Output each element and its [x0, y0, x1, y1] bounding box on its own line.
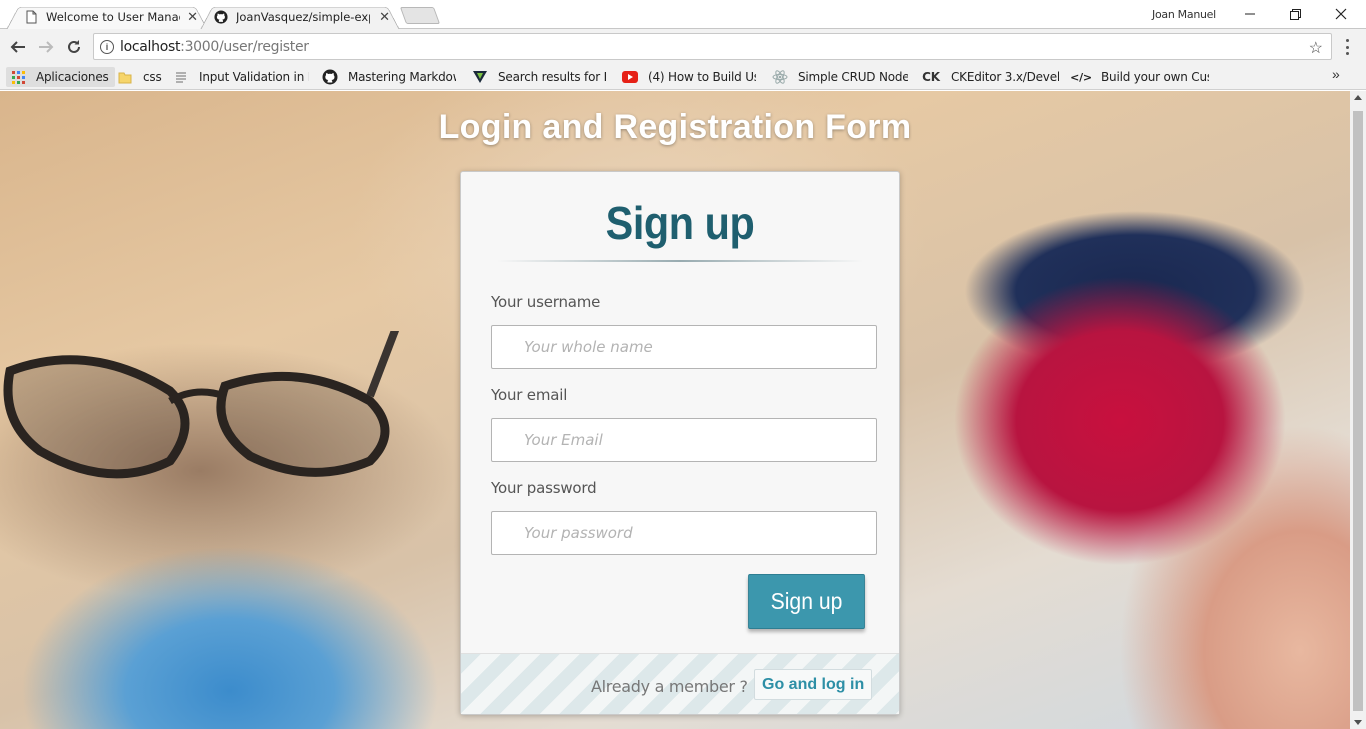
browser-toolbar: i localhost:3000/user/register ☆	[0, 29, 1366, 64]
minimize-icon	[1245, 13, 1255, 15]
code-icon: </>	[1070, 70, 1092, 84]
tab-strip: Welcome to User Manag ✕ JoanVasquez/simp…	[0, 0, 1366, 30]
title-divider	[497, 260, 863, 262]
address-bar[interactable]: i localhost:3000/user/register ☆	[93, 33, 1332, 60]
ckeditor-icon: CK	[922, 70, 940, 84]
github-icon	[214, 9, 228, 24]
tab-title: JoanVasquez/simple-exp	[236, 9, 370, 24]
reload-icon	[68, 40, 80, 53]
react-icon	[772, 69, 788, 85]
signup-button[interactable]: Sign up	[748, 574, 865, 629]
tab-user-management[interactable]: Welcome to User Manag ✕	[6, 3, 208, 30]
youtube-icon	[622, 69, 638, 85]
github-icon	[322, 69, 338, 85]
restore-button[interactable]	[1272, 0, 1318, 28]
bookmark-build-your-own[interactable]: </> Build your own Custo	[1070, 67, 1209, 87]
minimize-button[interactable]	[1227, 0, 1273, 28]
form-footer: Already a member ? Go and log in	[461, 653, 899, 714]
bookmarks-bar: Aplicaciones css Input Validation in E M…	[0, 64, 1366, 90]
page-icon	[26, 10, 37, 23]
reload-button[interactable]	[64, 37, 84, 57]
bookmark-how-to-build[interactable]: (4) How to Build Use	[622, 67, 756, 87]
background-photo-glasses	[3, 331, 400, 479]
url-host: localhost	[120, 38, 181, 55]
username-input[interactable]	[491, 325, 877, 369]
bookmark-star-icon[interactable]: ☆	[1309, 38, 1323, 58]
go-login-link[interactable]: Go and log in	[754, 669, 873, 700]
tab-title: Welcome to User Manag	[46, 9, 180, 24]
already-member-text: Already a member ?	[591, 677, 748, 696]
forward-button[interactable]	[36, 37, 56, 57]
bookmark-simple-crud[interactable]: Simple CRUD Node.	[772, 67, 908, 87]
profile-name[interactable]: Joan Manuel	[1152, 8, 1216, 21]
bookmark-css[interactable]: css	[117, 67, 162, 87]
page-heading: Login and Registration Form	[438, 108, 912, 146]
close-icon	[1335, 8, 1347, 20]
document-icon	[173, 69, 189, 85]
bookmark-ckeditor[interactable]: CK CKEditor 3.x/Develop	[921, 67, 1059, 87]
forward-arrow-icon	[39, 41, 54, 53]
tab-github[interactable]: JoanVasquez/simple-exp ✕	[200, 3, 400, 30]
bookmark-mastering-markdown[interactable]: Mastering Markdow	[322, 67, 456, 87]
vuetify-icon	[472, 69, 488, 85]
url-path: :3000/user/register	[180, 38, 309, 55]
back-arrow-icon	[10, 41, 25, 53]
url-text: localhost:3000/user/register	[120, 39, 309, 55]
info-icon[interactable]: i	[100, 39, 114, 54]
email-label: Your email	[491, 386, 568, 404]
page-scrollbar[interactable]	[1350, 91, 1366, 729]
bookmark-input-validation[interactable]: Input Validation in E	[173, 67, 309, 87]
signup-form-card: Sign up Your username Your email Your pa…	[460, 171, 900, 715]
password-label: Your password	[491, 479, 597, 497]
scrollbar-thumb[interactable]	[1353, 111, 1363, 711]
close-tab-icon[interactable]: ✕	[379, 9, 390, 25]
email-input[interactable]	[491, 418, 877, 462]
chrome-menu-button[interactable]	[1342, 37, 1352, 57]
form-title: Sign up	[605, 197, 755, 249]
close-window-button[interactable]	[1318, 0, 1364, 28]
new-tab-button[interactable]	[399, 7, 441, 24]
scroll-down-icon[interactable]	[1354, 720, 1362, 725]
bookmarks-overflow-button[interactable]: »	[1332, 66, 1340, 82]
bookmark-apps[interactable]: Aplicaciones	[6, 67, 115, 87]
scroll-up-icon[interactable]	[1354, 95, 1362, 100]
username-label: Your username	[491, 293, 601, 311]
folder-icon	[117, 69, 133, 85]
back-button[interactable]	[8, 37, 28, 57]
bookmark-search-results[interactable]: Search results for Fa	[472, 67, 606, 87]
password-input[interactable]	[491, 511, 877, 555]
restore-icon	[1289, 8, 1301, 20]
apps-grid-icon	[10, 69, 26, 85]
close-tab-icon[interactable]: ✕	[187, 9, 198, 25]
